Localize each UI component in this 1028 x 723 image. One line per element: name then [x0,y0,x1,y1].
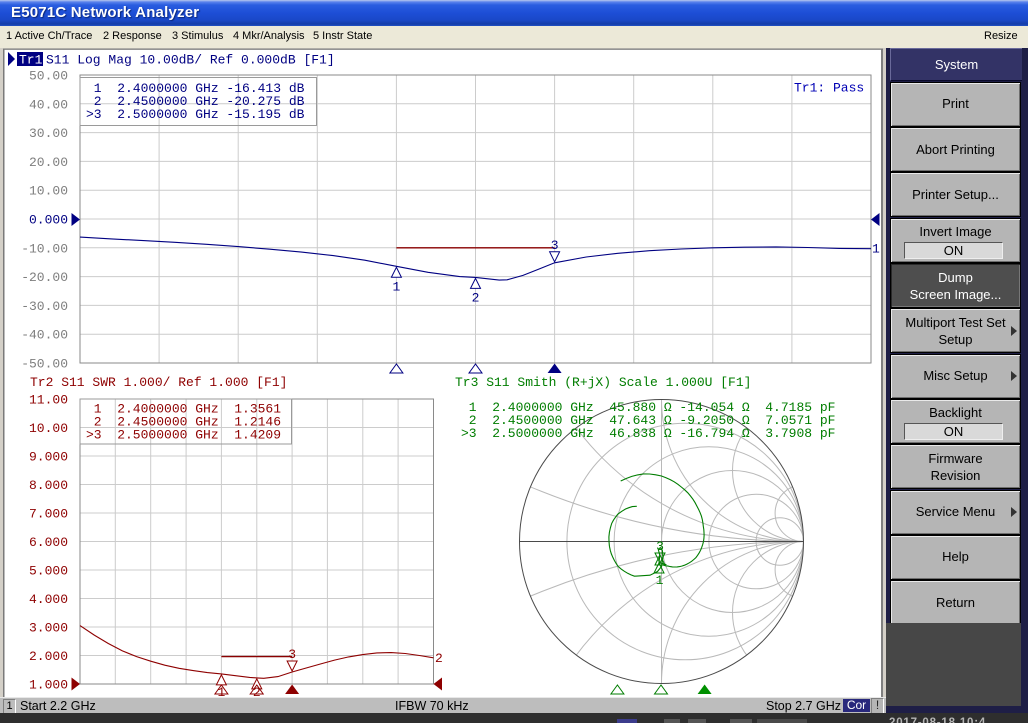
svg-text:20.00: 20.00 [29,155,68,170]
svg-text:Tr2 S11 SWR 1.000/ Ref 1.000 [: Tr2 S11 SWR 1.000/ Ref 1.000 [F1] [30,375,287,390]
svg-text:>3 2.5000000 GHz 1.4209: >3 2.5000000 GHz 1.4209 [86,428,281,443]
svg-text:1: 1 [656,573,664,588]
svg-text:10.00: 10.00 [29,421,68,436]
svg-text:S11 Log Mag 10.00dB/ Ref 0.000: S11 Log Mag 10.00dB/ Ref 0.000dB [F1] [46,53,335,68]
svg-text:1: 1 [392,279,400,294]
svg-text:-20.00: -20.00 [21,270,68,285]
svg-text:1: 1 [872,242,880,257]
svg-text:4.000: 4.000 [29,592,68,607]
svg-text:9.000: 9.000 [29,450,68,465]
svg-text:Tr3 S11 Smith (R+jX) Scale 1.0: Tr3 S11 Smith (R+jX) Scale 1.000U [F1] [455,375,751,390]
svg-text:3: 3 [288,647,296,662]
svg-text:0.000: 0.000 [29,213,68,228]
svg-text:>3 2.5000000 GHz -15.195 dB: >3 2.5000000 GHz -15.195 dB [86,107,305,122]
svg-text:-10.00: -10.00 [21,241,68,256]
svg-text:11.00: 11.00 [29,393,68,408]
svg-text:2.000: 2.000 [29,649,68,664]
svg-text:1.000: 1.000 [29,678,68,693]
svg-text:2: 2 [435,651,443,666]
svg-text:40.00: 40.00 [29,97,68,112]
svg-text:7.000: 7.000 [29,507,68,522]
svg-text:5.000: 5.000 [29,564,68,579]
svg-text:3.000: 3.000 [29,621,68,636]
svg-text:-30.00: -30.00 [21,299,68,314]
svg-text:30.00: 30.00 [29,126,68,141]
svg-text:Tr1: Pass: Tr1: Pass [794,81,864,96]
svg-text:2: 2 [472,290,480,305]
svg-text:3: 3 [656,539,664,554]
svg-text:-50.00: -50.00 [21,357,68,372]
svg-text:-40.00: -40.00 [21,328,68,343]
svg-text:50.00: 50.00 [29,69,68,84]
svg-text:10.00: 10.00 [29,184,68,199]
svg-text:8.000: 8.000 [29,478,68,493]
svg-text:6.000: 6.000 [29,535,68,550]
svg-text:>3 2.5000000 GHz 46.838 Ω -1: >3 2.5000000 GHz 46.838 Ω -16.794 Ω 3.79… [461,426,835,441]
svg-text:3: 3 [551,238,559,253]
svg-text:Tr1: Tr1 [19,53,43,68]
